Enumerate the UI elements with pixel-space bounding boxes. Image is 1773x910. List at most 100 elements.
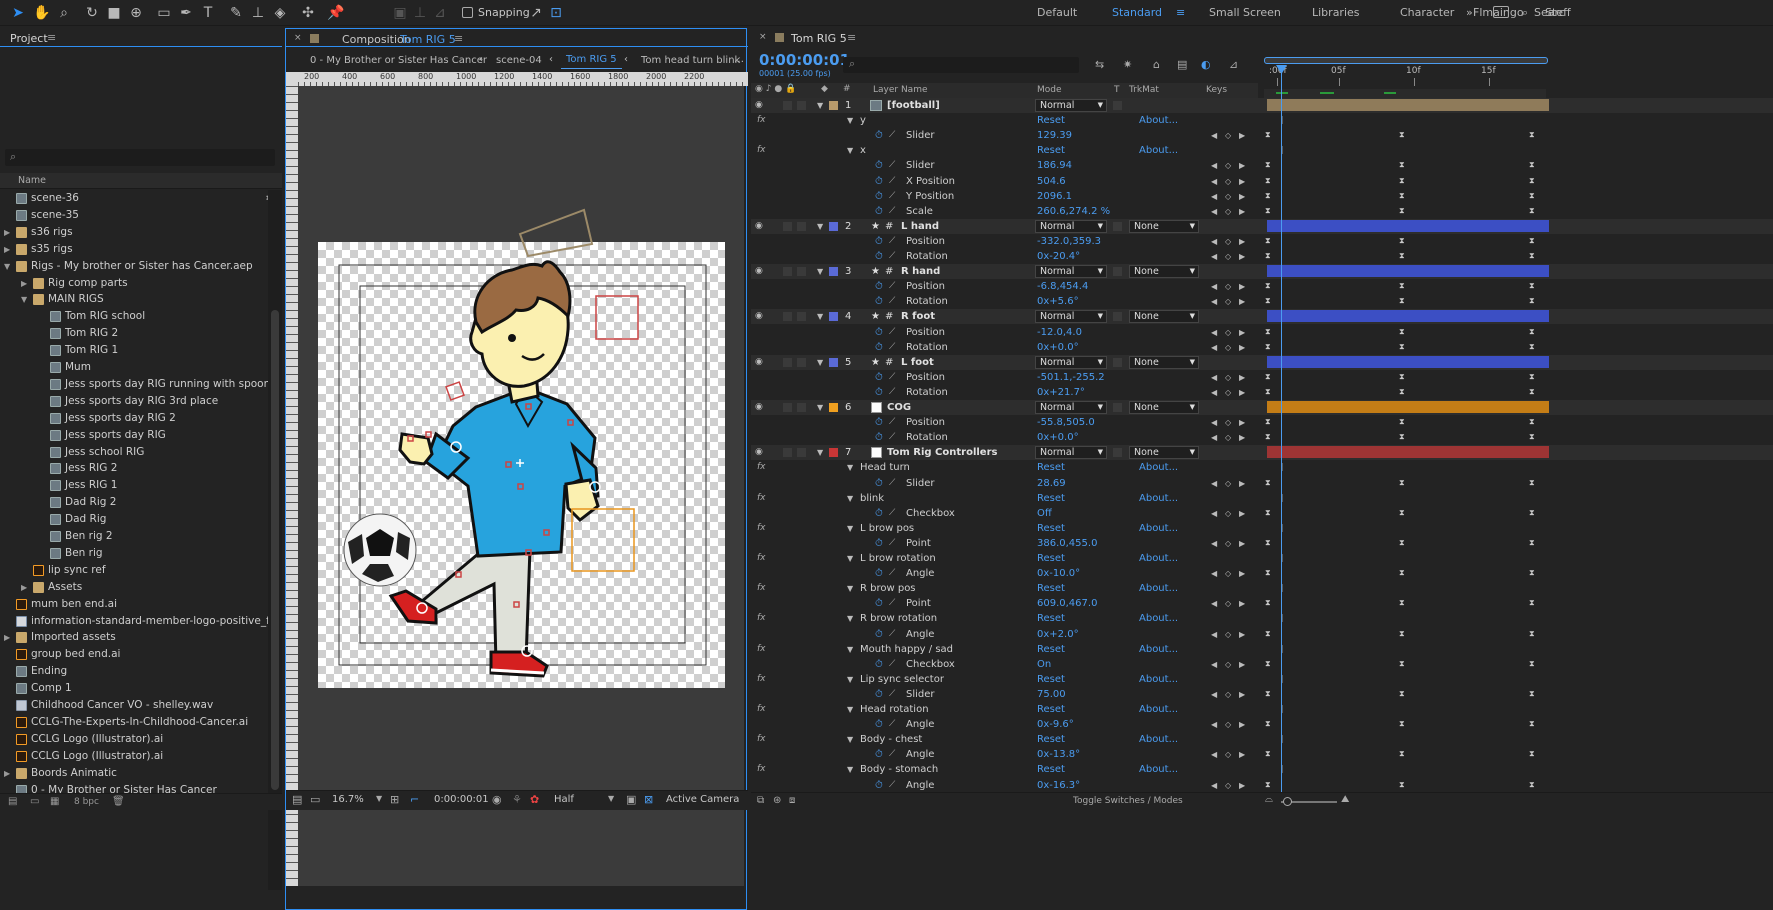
snapshot-icon[interactable]: ◉ bbox=[492, 793, 502, 806]
mode-header[interactable]: Mode bbox=[1037, 85, 1062, 95]
time-navigator[interactable] bbox=[1264, 89, 1546, 98]
effect-row[interactable]: fx ▼ blink Reset About... | bbox=[751, 491, 1773, 506]
effect-reset-link[interactable]: Reset bbox=[1037, 702, 1065, 717]
panel-menu-icon[interactable]: ≡ bbox=[847, 31, 856, 44]
property-row[interactable]: ⏱ ⟋ Angle 0x-16.3° ◀ ◇ ▶ ⧗ ⧗ ⧗ bbox=[751, 778, 1773, 793]
effect-fx-icon[interactable]: fx bbox=[757, 732, 766, 747]
blend-mode-dropdown[interactable]: Normal ▼ bbox=[1035, 401, 1107, 414]
keyframe-marker[interactable]: | bbox=[1281, 614, 1288, 622]
keyframe-marker[interactable]: ⧗ bbox=[1265, 131, 1272, 139]
breadcrumb-item[interactable]: scene-04 bbox=[496, 55, 542, 66]
keyframe-marker[interactable]: ⧗ bbox=[1529, 206, 1536, 215]
layer-row[interactable]: ◉ ▼ 1 [football] Normal ▼ bbox=[751, 98, 1773, 113]
camera-dropdown[interactable]: Active Camera bbox=[666, 794, 739, 805]
disclosure-open-icon[interactable]: ▼ bbox=[847, 762, 853, 777]
timeline-current-time[interactable]: 0:00:00:01 bbox=[759, 51, 850, 69]
stopwatch-icon[interactable]: ⏱ bbox=[875, 430, 883, 445]
effect-reset-link[interactable]: Reset bbox=[1037, 551, 1065, 566]
add-keyframe-icon[interactable]: ◇ bbox=[1225, 249, 1231, 264]
more-workspaces-icon[interactable]: » bbox=[1466, 6, 1473, 19]
property-value[interactable]: 186.94 bbox=[1037, 158, 1072, 173]
effect-about-link[interactable]: About... bbox=[1139, 611, 1178, 626]
property-value[interactable]: -6.8,454.4 bbox=[1037, 279, 1088, 294]
disclosure-open-icon[interactable]: ▼ bbox=[817, 445, 823, 460]
disclosure-open-icon[interactable]: ▼ bbox=[817, 309, 823, 324]
zoom-out-icon[interactable]: ⌓ bbox=[1265, 794, 1273, 805]
effect-about-link[interactable]: About... bbox=[1139, 143, 1178, 158]
eye-icon[interactable]: ◉ bbox=[755, 355, 763, 370]
keyframe-marker[interactable]: ⧗ bbox=[1529, 387, 1536, 396]
effect-reset-link[interactable]: Reset bbox=[1037, 521, 1065, 536]
horizontal-ruler[interactable]: 200 400 600 800 1000 1200 1400 1600 1800 2000 2200 bbox=[286, 72, 748, 86]
disclosure-open-icon[interactable]: ▼ bbox=[847, 521, 853, 536]
graph-icon[interactable]: ⟋ bbox=[889, 340, 895, 355]
property-value[interactable]: 0x-13.8° bbox=[1037, 747, 1080, 762]
prev-keyframe-icon[interactable]: ◀ bbox=[1211, 325, 1217, 340]
effect-about-link[interactable]: About... bbox=[1139, 551, 1178, 566]
zoom-in-icon[interactable]: ⛰ bbox=[1341, 794, 1349, 805]
show-snapshot-icon[interactable]: ⚘ bbox=[512, 793, 522, 806]
graph-editor-icon[interactable]: ⊿ bbox=[1229, 58, 1238, 71]
property-row[interactable]: ⏱ ⟋ Checkbox Off ◀ ◇ ▶ ⧗ ⧗ ⧗ bbox=[751, 506, 1773, 521]
property-row[interactable]: ⏱ ⟋ Position -6.8,454.4 ◀ ◇ ▶ ⧗ ⧗ ⧗ bbox=[751, 279, 1773, 294]
project-item[interactable]: Comp 1 bbox=[0, 680, 268, 697]
stopwatch-icon[interactable]: ⏱ bbox=[875, 294, 883, 309]
effect-reset-link[interactable]: Reset bbox=[1037, 491, 1065, 506]
workspace-tab[interactable]: Default bbox=[1037, 6, 1077, 19]
keyframe-marker[interactable]: ⧗ bbox=[1265, 236, 1272, 245]
preserve-transparency-switch[interactable] bbox=[1113, 357, 1122, 367]
next-keyframe-icon[interactable]: ▶ bbox=[1239, 657, 1245, 672]
keyframe-marker[interactable]: ⧗ bbox=[1529, 297, 1536, 305]
effect-reset-link[interactable]: Reset bbox=[1037, 460, 1065, 475]
effect-name[interactable]: L brow rotation bbox=[860, 551, 936, 566]
keyframe-marker[interactable]: ⧗ bbox=[1399, 191, 1406, 200]
label-color-swatch[interactable] bbox=[829, 403, 838, 412]
property-value[interactable]: -332.0,359.3 bbox=[1037, 234, 1101, 249]
keyframe-marker[interactable]: | bbox=[1281, 765, 1288, 773]
effect-about-link[interactable]: About... bbox=[1139, 491, 1178, 506]
layer-switches-icon[interactable]: ⧉ bbox=[757, 795, 764, 806]
disclosure-open-icon[interactable]: ▼ bbox=[847, 460, 853, 475]
keyframe-marker[interactable]: ⧗ bbox=[1399, 372, 1406, 381]
prev-keyframe-icon[interactable]: ◀ bbox=[1211, 385, 1217, 400]
graph-icon[interactable]: ⟋ bbox=[889, 596, 895, 611]
stopwatch-icon[interactable]: ⏱ bbox=[875, 204, 883, 219]
graph-icon[interactable]: ⟋ bbox=[889, 536, 895, 551]
layer-name[interactable]: L hand bbox=[901, 219, 939, 234]
region-of-interest-icon[interactable]: ▣ bbox=[626, 793, 636, 806]
lock-switch[interactable] bbox=[797, 357, 806, 367]
graph-icon[interactable]: ⟋ bbox=[889, 747, 895, 762]
workspace-menu-icon[interactable]: ≡ bbox=[1176, 6, 1185, 19]
add-keyframe-icon[interactable]: ◇ bbox=[1225, 747, 1231, 762]
prev-keyframe-icon[interactable]: ◀ bbox=[1211, 249, 1217, 264]
property-row[interactable]: ⏱ ⟋ Slider 186.94 ◀ ◇ ▶ ⧗ ⧗ ⧗ bbox=[751, 158, 1773, 173]
effect-row[interactable]: fx ▼ x Reset About... | bbox=[751, 143, 1773, 158]
effect-fx-icon[interactable]: fx bbox=[757, 521, 766, 536]
preserve-transparency-switch[interactable] bbox=[1113, 403, 1122, 412]
keyframe-marker[interactable]: ⧗ bbox=[1265, 478, 1272, 487]
effect-reset-link[interactable]: Reset bbox=[1037, 642, 1065, 657]
graph-icon[interactable]: ⟋ bbox=[889, 325, 895, 340]
keyframe-marker[interactable]: ⧗ bbox=[1399, 478, 1406, 487]
keyframe-marker[interactable]: ⧗ bbox=[1265, 206, 1272, 215]
property-value[interactable]: 28.69 bbox=[1037, 476, 1066, 491]
keyframe-marker[interactable]: ⧗ bbox=[1399, 387, 1406, 396]
property-row[interactable]: ⏱ ⟋ Angle 0x-10.0° ◀ ◇ ▶ ⧗ ⧗ ⧗ bbox=[751, 566, 1773, 581]
keyframe-marker[interactable]: ⧗ bbox=[1399, 282, 1406, 290]
keyframe-marker[interactable]: ⧗ bbox=[1265, 387, 1272, 396]
property-value[interactable]: 0x-16.3° bbox=[1037, 778, 1080, 793]
snap-edges-icon[interactable]: ↗ bbox=[526, 3, 546, 23]
axis-world-icon[interactable]: ⊥ bbox=[410, 3, 430, 23]
property-value[interactable]: 0x+5.6° bbox=[1037, 294, 1079, 309]
prev-keyframe-icon[interactable]: ◀ bbox=[1211, 657, 1217, 672]
property-row[interactable]: ⏱ ⟋ Slider 129.39 ◀ ◇ ▶ ⧗ ⧗ ⧗ bbox=[751, 128, 1773, 143]
project-item[interactable]: lip sync ref bbox=[0, 562, 268, 579]
hand-tool-icon[interactable]: ✋ bbox=[32, 3, 52, 23]
graph-icon[interactable]: ⟋ bbox=[889, 174, 895, 189]
keyframe-marker[interactable]: ⧗ bbox=[1529, 372, 1536, 381]
disclosure-open-icon[interactable]: ▼ bbox=[817, 264, 823, 279]
effect-name[interactable]: R brow pos bbox=[860, 581, 916, 596]
project-item[interactable]: ▶ s36 rigs bbox=[0, 224, 268, 241]
preserve-transparency-switch[interactable] bbox=[1113, 448, 1122, 458]
add-keyframe-icon[interactable]: ◇ bbox=[1225, 415, 1231, 430]
